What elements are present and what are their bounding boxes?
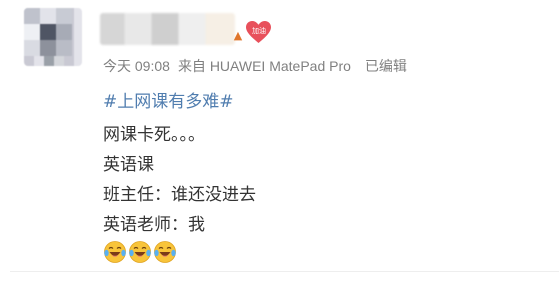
avatar-pixel: [56, 8, 72, 24]
badge-label: 加油: [252, 27, 266, 35]
topic-link[interactable]: #上网课有多难#: [103, 87, 234, 112]
avatar[interactable]: [24, 8, 82, 66]
avatar-pixel: [24, 40, 40, 56]
post-source: 来自 HUAWEI MatePad Pro: [177, 58, 351, 74]
laugh-cry-icon: [103, 240, 127, 264]
avatar-pixel: [40, 40, 56, 56]
post-meta: 今天 09:08 来自 HUAWEI MatePad Pro 已编辑: [103, 56, 415, 76]
laugh-cry-icon: [153, 240, 177, 264]
post-text-line: 班主任：谁还没进去: [103, 185, 256, 205]
emoji-row: [103, 240, 177, 264]
edited-label[interactable]: 已编辑: [365, 58, 407, 74]
post-text-line: 网课卡死。。。: [103, 125, 205, 145]
divider: [10, 271, 559, 272]
avatar-pixel: [56, 40, 72, 56]
avatar-pixel: [40, 24, 56, 40]
laugh-cry-icon: [128, 240, 152, 264]
user-level-icon: ▲: [233, 29, 243, 42]
post-text-line: 英语老师：我: [103, 215, 205, 235]
post-time[interactable]: 今天 09:08: [103, 58, 170, 74]
post-text-line: 英语课: [103, 155, 154, 175]
avatar-pixel: [56, 24, 72, 40]
avatar-pixel: [24, 24, 40, 40]
username-blurred[interactable]: [100, 13, 235, 45]
avatar-pixel: [24, 8, 40, 24]
avatar-pixel: [40, 8, 56, 24]
